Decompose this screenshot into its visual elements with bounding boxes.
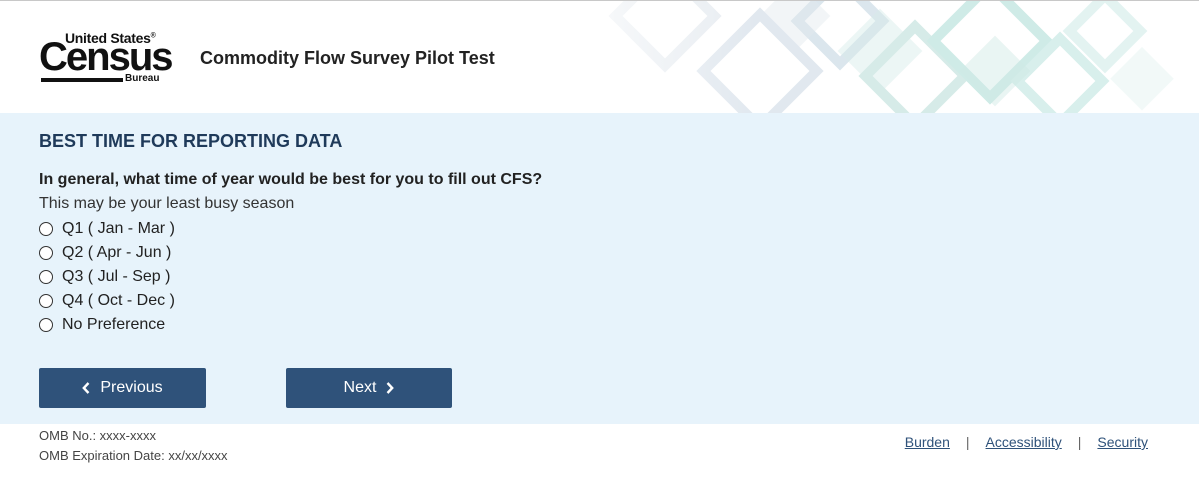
radio-button[interactable] bbox=[39, 294, 53, 308]
link-separator: | bbox=[1077, 434, 1082, 450]
radio-button[interactable] bbox=[39, 222, 53, 236]
option-q1[interactable]: Q1 ( Jan - Mar ) bbox=[39, 217, 175, 241]
chevron-left-icon bbox=[82, 382, 90, 394]
census-bureau-logo: United States® Census Bureau bbox=[39, 29, 173, 87]
site-footer: OMB No.: xxxx-xxxx OMB Expiration Date: … bbox=[0, 424, 1199, 483]
option-label: No Preference bbox=[62, 316, 166, 333]
link-separator: | bbox=[965, 434, 970, 450]
option-label: Q3 ( Jul - Sep ) bbox=[62, 268, 171, 285]
site-header: United States® Census Bureau Commodity F… bbox=[0, 1, 1199, 113]
option-q2[interactable]: Q2 ( Apr - Jun ) bbox=[39, 241, 175, 265]
previous-button-label: Previous bbox=[100, 379, 163, 396]
previous-button[interactable]: Previous bbox=[39, 368, 206, 408]
question-hint: This may be your least busy season bbox=[39, 195, 295, 212]
survey-content: BEST TIME FOR REPORTING DATA In general,… bbox=[0, 113, 1199, 424]
chevron-right-icon bbox=[387, 382, 395, 394]
radio-button[interactable] bbox=[39, 246, 53, 260]
omb-expiration-date: OMB Expiration Date: xx/xx/xxxx bbox=[39, 448, 228, 463]
radio-button[interactable] bbox=[39, 270, 53, 284]
logo-bureau: Bureau bbox=[125, 73, 160, 84]
header-decorative-pattern bbox=[520, 1, 1199, 113]
security-link[interactable]: Security bbox=[1097, 434, 1148, 450]
option-no-preference[interactable]: No Preference bbox=[39, 313, 175, 337]
question-text: In general, what time of year would be b… bbox=[39, 171, 543, 188]
radio-button[interactable] bbox=[39, 318, 53, 332]
app-title: Commodity Flow Survey Pilot Test bbox=[200, 48, 495, 68]
logo-census: Census bbox=[39, 35, 173, 79]
option-q3[interactable]: Q3 ( Jul - Sep ) bbox=[39, 265, 175, 289]
radio-group-time-of-year: Q1 ( Jan - Mar ) Q2 ( Apr - Jun ) Q3 ( J… bbox=[39, 217, 175, 337]
next-button[interactable]: Next bbox=[286, 368, 452, 408]
next-button-label: Next bbox=[343, 379, 377, 396]
footer-links: Burden | Accessibility | Security bbox=[905, 434, 1148, 450]
burden-link[interactable]: Burden bbox=[905, 434, 950, 450]
section-title: BEST TIME FOR REPORTING DATA bbox=[39, 131, 343, 151]
omb-number: OMB No.: xxxx-xxxx bbox=[39, 428, 157, 443]
option-q4[interactable]: Q4 ( Oct - Dec ) bbox=[39, 289, 175, 313]
option-label: Q2 ( Apr - Jun ) bbox=[62, 244, 172, 261]
option-label: Q4 ( Oct - Dec ) bbox=[62, 292, 175, 309]
logo-underline bbox=[41, 78, 123, 82]
option-label: Q1 ( Jan - Mar ) bbox=[62, 220, 175, 237]
accessibility-link[interactable]: Accessibility bbox=[986, 434, 1062, 450]
